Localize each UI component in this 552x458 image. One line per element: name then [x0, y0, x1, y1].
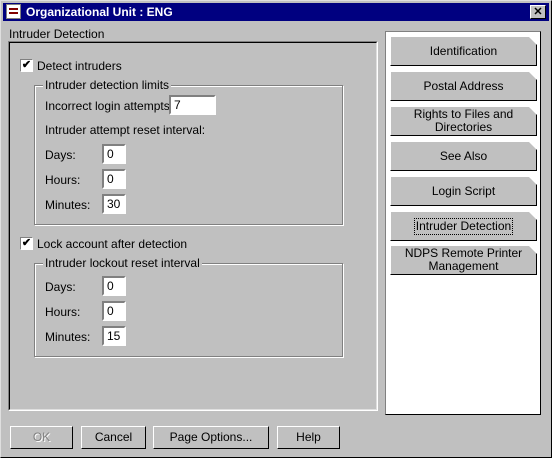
detect-days-input[interactable]: 0	[102, 144, 126, 164]
tab-identification[interactable]: Identification	[390, 36, 537, 66]
lock-account-label[interactable]: Lock account after detection	[37, 237, 187, 251]
tab-login-script[interactable]: Login Script	[390, 176, 537, 206]
lock-hours-input[interactable]: 0	[102, 301, 126, 321]
help-button[interactable]: Help	[277, 426, 340, 449]
tab-intruder-detection[interactable]: Intruder Detection	[390, 211, 537, 241]
attempt-reset-interval-label: Intruder attempt reset interval:	[45, 123, 206, 137]
incorrect-login-attempts-input[interactable]: 7	[169, 95, 216, 115]
window-title: Organizational Unit : ENG	[26, 5, 173, 19]
lock-hours-label: Hours:	[45, 305, 81, 319]
ok-button[interactable]: OK	[10, 426, 73, 449]
close-button[interactable]: ✕	[530, 5, 546, 19]
lock-days-input[interactable]: 0	[102, 276, 126, 296]
lock-account-checkbox[interactable]: ✔	[20, 237, 33, 250]
cancel-button[interactable]: Cancel	[81, 426, 146, 449]
detect-hours-input[interactable]: 0	[102, 169, 126, 189]
organizational-unit-icon	[6, 4, 21, 19]
lock-minutes-input[interactable]: 15	[102, 326, 126, 346]
tab-see-also[interactable]: See Also	[390, 141, 537, 171]
title-bar[interactable]: Organizational Unit : ENG ✕	[3, 3, 549, 21]
detect-hours-label: Hours:	[45, 173, 81, 187]
lock-days-label: Days:	[45, 280, 76, 294]
detect-days-label: Days:	[45, 148, 76, 162]
lock-minutes-label: Minutes:	[45, 330, 91, 344]
detect-minutes-label: Minutes:	[45, 198, 91, 212]
detect-intruders-label[interactable]: Detect intruders	[37, 59, 122, 73]
dialog-window: Organizational Unit : ENG ✕ Intruder Det…	[0, 0, 552, 458]
intruder-lockout-reset-title: Intruder lockout reset interval	[43, 256, 202, 270]
detect-intruders-checkbox[interactable]: ✔	[20, 59, 33, 72]
tab-postal-address[interactable]: Postal Address	[390, 71, 537, 101]
incorrect-login-attempts-label: Incorrect login attempts:	[45, 99, 174, 113]
tab-ndps-remote-printer[interactable]: NDPS Remote Printer Management	[390, 245, 537, 275]
page-tabs-panel: Identification Postal Address Rights to …	[385, 31, 541, 415]
detect-minutes-input[interactable]: 30	[102, 194, 126, 214]
intruder-detection-limits-title: Intruder detection limits	[43, 78, 172, 92]
tab-rights-to-files[interactable]: Rights to Files and Directories	[390, 106, 537, 136]
section-title: Intruder Detection	[9, 27, 105, 41]
page-options-button[interactable]: Page Options...	[153, 426, 269, 449]
